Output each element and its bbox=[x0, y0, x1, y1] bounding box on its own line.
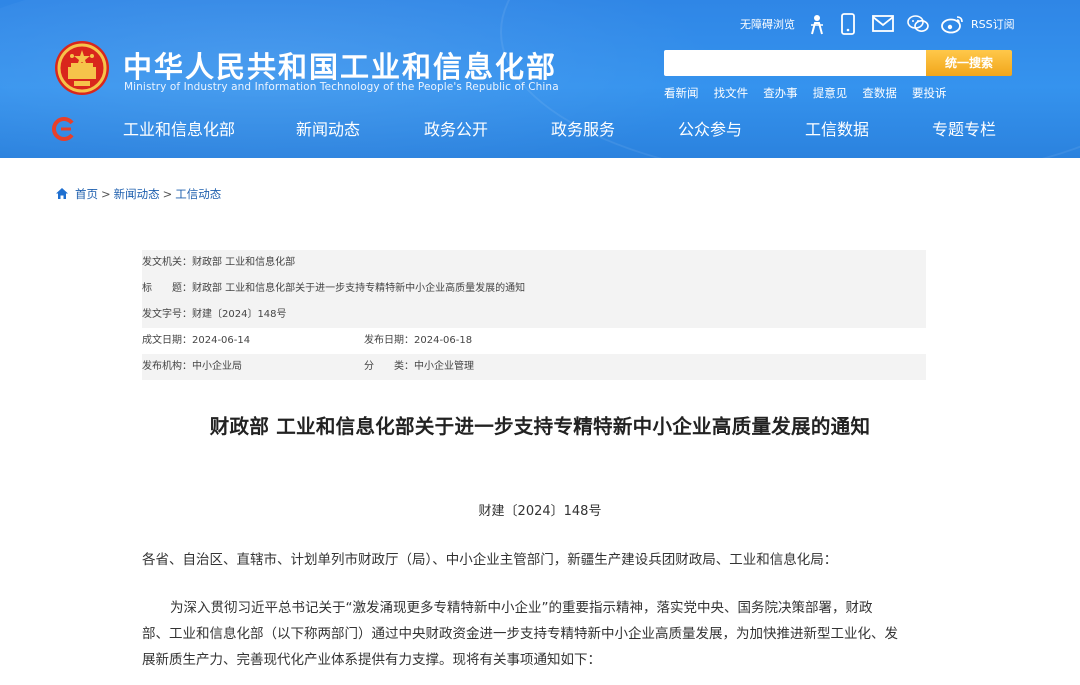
meta-title: 标 题：财政部 工业和信息化部关于进一步支持专精特新中小企业高质量发展的通知 bbox=[142, 283, 526, 294]
quick-link-data[interactable]: 查数据 bbox=[862, 86, 897, 100]
nav-item-participation[interactable]: 公众参与 bbox=[678, 118, 742, 142]
paragraph-line: 部、工业和信息化部（以下称两部门）通过中央财政资金进一步支持专精特新中小企业高质… bbox=[142, 626, 898, 642]
nav-item-gov-services[interactable]: 政务服务 bbox=[551, 118, 615, 142]
paragraph-text: 为深入贯彻习近平总书记关于“激发涌现更多专精特新中小企业”的重要指示精神，落实党… bbox=[170, 600, 873, 616]
nav-item-news[interactable]: 新闻动态 bbox=[296, 118, 360, 142]
rss-link[interactable]: RSS订阅 bbox=[971, 14, 1015, 36]
document-title: 财政部 工业和信息化部关于进一步支持专精特新中小企业高质量发展的通知 bbox=[209, 415, 871, 438]
search-button[interactable]: 统一搜索 bbox=[926, 50, 1012, 76]
nav-item-ministry[interactable]: 工业和信息化部 bbox=[123, 118, 235, 142]
paragraph-line: 展新质生产力、完善现代化产业体系提供有力支撑。现将有关事项通知如下： bbox=[142, 652, 601, 668]
meta-created-date: 成文日期：2024-06-14 bbox=[142, 335, 251, 346]
meta-published-date: 发布日期：2024-06-18 bbox=[364, 335, 473, 346]
meta-row-dates: 成文日期：2024-06-14 发布日期：2024-06-18 bbox=[142, 328, 926, 354]
breadcrumb-separator: > bbox=[162, 187, 173, 201]
home-icon[interactable] bbox=[55, 187, 69, 200]
meta-organization: 发布机构：中小企业局 bbox=[142, 361, 242, 372]
site-name-english: Ministry of Industry and Information Tec… bbox=[124, 81, 559, 93]
site-header: 中华人民共和国工业和信息化部 Ministry of Industry and … bbox=[0, 0, 1080, 158]
nav-item-data[interactable]: 工信数据 bbox=[805, 118, 869, 142]
meta-row-doc-no: 发文字号：财建〔2024〕148号 bbox=[142, 302, 926, 328]
search-input[interactable] bbox=[664, 50, 926, 76]
quick-links: 看新闻 找文件 查办事 提意见 查数据 要投诉 bbox=[664, 82, 956, 101]
meta-issuer: 发文机关：财政部 工业和信息化部 bbox=[142, 257, 296, 268]
nav-item-gov-affairs[interactable]: 政务公开 bbox=[424, 118, 488, 142]
quick-link-feedback[interactable]: 提意见 bbox=[813, 86, 848, 100]
breadcrumb-home[interactable]: 首页 bbox=[75, 187, 98, 201]
site-name[interactable]: 中华人民共和国工业和信息化部 bbox=[123, 44, 557, 86]
quick-link-services[interactable]: 查办事 bbox=[763, 86, 798, 100]
breadcrumb: 首页 > 新闻动态 > 工信动态 bbox=[55, 186, 221, 202]
meta-doc-number: 发文字号：财建〔2024〕148号 bbox=[142, 309, 287, 320]
breadcrumb-separator: > bbox=[101, 187, 111, 201]
quick-link-news[interactable]: 看新闻 bbox=[664, 86, 699, 100]
weibo-icon[interactable] bbox=[941, 14, 965, 34]
quick-link-files[interactable]: 找文件 bbox=[714, 86, 749, 100]
paragraph-line: 为深入贯彻习近平总书记关于“激发涌现更多专精特新中小企业”的重要指示精神，落实党… bbox=[142, 596, 932, 620]
document-recipients: 各省、自治区、直辖市、计划单列市财政厅（局）、中小企业主管部门，新疆生产建设兵团… bbox=[142, 552, 838, 568]
quick-link-complaint[interactable]: 要投诉 bbox=[912, 86, 947, 100]
ministry-logo-icon[interactable] bbox=[52, 117, 76, 141]
accessible-browse-link[interactable]: 无障碍浏览 bbox=[740, 14, 795, 36]
nav-item-topics[interactable]: 专题专栏 bbox=[932, 118, 996, 142]
meta-row-title: 标 题：财政部 工业和信息化部关于进一步支持专精特新中小企业高质量发展的通知 bbox=[142, 276, 926, 302]
mobile-icon[interactable] bbox=[840, 13, 856, 35]
meta-row-org: 发布机构：中小企业局 分 类：中小企业管理 bbox=[142, 354, 926, 380]
national-emblem-icon[interactable] bbox=[54, 40, 110, 96]
document-number: 财建〔2024〕148号 bbox=[478, 504, 602, 519]
document-meta-table: 发文机关：财政部 工业和信息化部 标 题：财政部 工业和信息化部关于进一步支持专… bbox=[142, 250, 926, 380]
breadcrumb-industry-news[interactable]: 工信动态 bbox=[175, 187, 221, 201]
elder-mode-icon[interactable] bbox=[808, 13, 826, 35]
email-icon[interactable] bbox=[872, 15, 894, 33]
meta-row-issuer: 发文机关：财政部 工业和信息化部 bbox=[142, 250, 926, 276]
meta-category: 分 类：中小企业管理 bbox=[364, 361, 474, 372]
breadcrumb-news[interactable]: 新闻动态 bbox=[114, 187, 160, 201]
wechat-icon[interactable] bbox=[907, 14, 929, 34]
